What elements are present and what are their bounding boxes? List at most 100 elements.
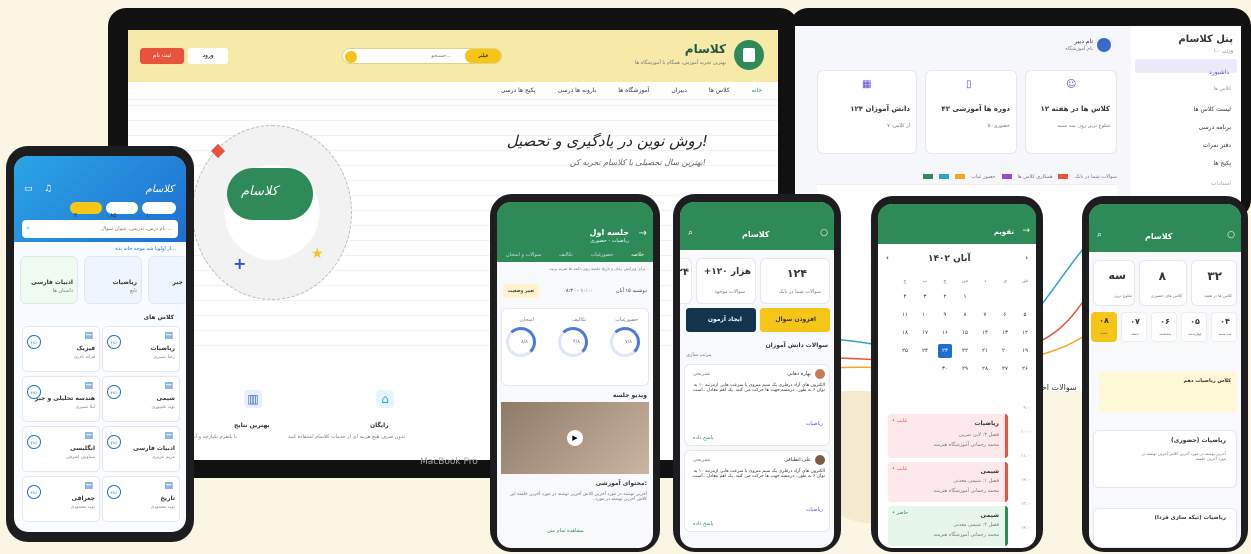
calendar-day[interactable]: ۲۱ [978,344,992,358]
nav-item-teachers[interactable]: دبیران [671,87,687,94]
add-question-button[interactable]: افزودن سوال [760,308,830,332]
calendar-day[interactable]: ۹ [938,308,952,322]
prev-month-icon[interactable]: ‹ [886,254,889,262]
admin-menu-classes[interactable]: کلاس ها [1214,86,1231,92]
change-status-button[interactable]: تغییر وضعیت [503,284,539,298]
back-arrow-icon[interactable]: → [1022,226,1030,236]
subject-card[interactable]: انگلیسی سیاوش اشرفی ۴۸٪ ▤ [22,426,100,472]
calendar-day[interactable]: ۴ [898,290,912,304]
admin-menu-dashboard[interactable]: داشبورد [1135,59,1237,76]
nav-item-schools[interactable]: آموزشگاه ها [618,87,649,94]
week-day[interactable]: ۰۷ جمعه [1121,312,1147,342]
video-thumbnail[interactable]: ▶ [501,402,649,474]
calendar-day[interactable]: ۷ [978,308,992,322]
admin-menu-packages[interactable]: پکیج ها [1213,160,1231,167]
calendar-day[interactable]: ۸ [958,308,972,322]
bell-icon[interactable]: ♫ [44,184,52,194]
admin-menu-grades[interactable]: دفتر نمرات [1203,142,1231,149]
subject-card[interactable]: ریاضیات رضا نصیری ۴۸٪ ▤ [102,326,180,372]
calendar-day[interactable]: ۶ [998,308,1012,322]
calendar-day[interactable]: ۱ [958,290,972,304]
subject-card[interactable]: تاریخ نوید محمودی ۴۸٪ ▤ [102,476,180,522]
nav-item-programs[interactable]: بارونه ها درسی [558,87,597,94]
register-button[interactable]: ثبت نام [140,48,184,64]
calendar-day[interactable]: ۲۷ [998,362,1012,376]
calendar-day[interactable]: ۱۵ [958,326,972,340]
logo-icon [734,40,764,70]
calendar-day[interactable]: ۲۸ [978,362,992,376]
class-card[interactable]: ریاضیات (تیکه سازی فردا) [1093,508,1237,548]
book-open-icon[interactable]: ▭ [24,184,33,194]
user-avatar[interactable] [1097,38,1111,52]
search-box[interactable]: جستجو... فیلتر [342,48,502,64]
play-icon[interactable]: ▶ [567,430,583,446]
calendar-day[interactable]: ۲۲ [958,344,972,358]
admin-menu-teachers[interactable]: استادات [1211,180,1231,187]
nav-item-home[interactable]: خانه [752,87,762,94]
week-day[interactable]: ۰۴ سه شنبه [1211,312,1237,342]
sort-button[interactable]: مرتب سازی [686,352,711,358]
search-icon[interactable]: ⌕ [688,228,693,238]
calendar-day[interactable]: ۱۹ [1018,344,1032,358]
phone1-search[interactable]: نام درس، تدریس، عنوان سوال ... ⌕ [22,220,178,238]
event-card[interactable]: • حاضر شیمی فصل ۲: شیمی معدنی محمد رحمان… [888,506,1008,546]
tab-exams[interactable]: سوالات و امتحان [506,252,541,258]
filter-button[interactable]: فیلتر [465,49,501,63]
calendar-day[interactable]: ۲۰ [998,344,1012,358]
week-day[interactable]: ۰۸ شنبه [1091,312,1117,342]
calendar-day[interactable]: ۱۳ [998,326,1012,340]
tile-literature[interactable]: ادبیات فارسی داستان ها [20,256,78,304]
calendar-day[interactable]: ۲۴ [918,344,932,358]
week-day[interactable]: ۰۶ پنجشنبه [1151,312,1177,342]
calendar-day[interactable]: ۱۰ [918,308,932,322]
event-card[interactable]: • غایب ریاضیات فصل ۳: لاین تمرین محمد رح… [888,414,1008,458]
next-month-icon[interactable]: › [1025,254,1028,262]
search-icon[interactable]: ⌕ [26,224,30,233]
tab-homework[interactable]: تکالیف [559,252,573,258]
calendar-day[interactable]: ۳ [918,290,932,304]
calendar-day[interactable]: ۲۹ [958,362,972,376]
show-more-link[interactable]: مشاهده تمام متن [547,528,584,534]
nav-item-classes[interactable]: کلاس ها [709,87,730,94]
calendar-day[interactable]: ۳۰ [938,362,952,376]
calendar-day[interactable]: ۱۸ [898,326,912,340]
chip-label: ۸۵ [110,212,117,219]
search-icon[interactable]: ⌕ [1097,230,1102,240]
admin-menu-list[interactable]: لیست کلاس ها [1194,106,1231,113]
tile-math[interactable]: ریاضیات تابع [84,256,142,304]
calendar-day[interactable]: ۱۲ [1018,326,1032,340]
calendar-day[interactable]: ۲ [938,290,952,304]
calendar-day[interactable]: ۲۶ [1018,362,1032,376]
class-card[interactable]: ریاضیات (حضوری) آخرین نوشته در مورد آخری… [1093,430,1237,488]
progress-badge: ۴۸٪ [27,485,41,499]
calendar-day[interactable]: ۵ [1018,308,1032,322]
back-arrow-icon[interactable]: → [639,228,647,239]
tab-summary[interactable]: خلاصه [631,252,644,258]
subject-card[interactable]: فیزیک فرانه نادری ۴۸٪ ▤ [22,326,100,372]
calendar-day[interactable]: ۱۶ [938,326,952,340]
subject-card[interactable]: جغرافی نوید محمودی ۴۸٪ ▤ [22,476,100,522]
calendar-day[interactable]: ۲۳ [938,344,952,358]
chat-icon[interactable]: ○ [820,228,828,238]
calendar-day[interactable]: ۱۴ [978,326,992,340]
subject-icon: ▤ [164,331,173,341]
create-exam-button[interactable]: ایجاد آزمون [686,308,756,332]
nav-item-packages[interactable]: پکیج ها درسی [501,87,536,94]
chat-icon[interactable]: ○ [1227,230,1235,240]
calendar-day[interactable]: ۲۵ [898,344,912,358]
login-button[interactable]: ورود [188,48,228,64]
tile-algebra[interactable]: جبر [148,256,186,304]
search-input[interactable]: جستجو... [431,53,451,59]
tab-attendance[interactable]: حضورغیاب [591,252,614,258]
subject-card[interactable]: ادبیات فارسی مریم عزیزی ۴۸٪ ▤ [102,426,180,472]
calendar-day[interactable]: ۱۷ [918,326,932,340]
admin-menu-schedule[interactable]: برنامه درسی [1199,124,1231,131]
search-input[interactable]: نام درس، تدریس، عنوان سوال ... [101,226,172,232]
subject-card[interactable]: هندسه تحلیلی و جبر لیلا نصیری ۴۸٪ ▤ [22,376,100,422]
search-icon[interactable] [345,51,357,63]
event-highlight[interactable]: کلاس ریاضیات دهم [1099,372,1237,412]
week-day[interactable]: ۰۵ چهارشنبه [1181,312,1207,342]
calendar-day[interactable]: ۱۱ [898,308,912,322]
event-card[interactable]: • غایب شیمی فصل ۱: شیمی معدنی محمد رحمان… [888,462,1008,502]
subject-card[interactable]: شیمی نوید علیپوری ۴۸٪ ▤ [102,376,180,422]
